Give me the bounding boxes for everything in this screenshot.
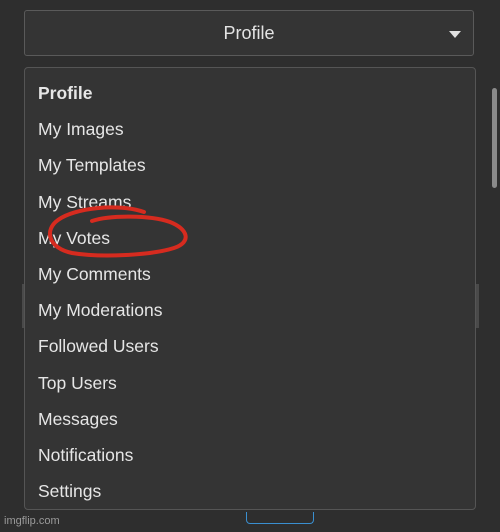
page-scrollbar[interactable] bbox=[492, 88, 497, 188]
menu-item-followed-users[interactable]: Followed Users bbox=[25, 328, 475, 364]
profile-select-label: Profile bbox=[223, 22, 275, 43]
profile-dropdown-menu: Profile My Images My Templates My Stream… bbox=[24, 67, 476, 510]
background-control-edge bbox=[476, 284, 479, 328]
profile-select[interactable]: Profile bbox=[24, 10, 474, 56]
menu-item-top-users[interactable]: Top Users bbox=[25, 365, 475, 401]
menu-header-profile: Profile bbox=[38, 83, 93, 103]
menu-item-my-streams[interactable]: My Streams bbox=[25, 184, 475, 220]
menu-item-my-templates[interactable]: My Templates bbox=[25, 147, 475, 183]
caret-down-icon[interactable] bbox=[449, 31, 461, 38]
menu-item-my-comments[interactable]: My Comments bbox=[25, 256, 475, 292]
menu-item-my-moderations[interactable]: My Moderations bbox=[25, 292, 475, 328]
menu-item-my-votes[interactable]: My Votes bbox=[25, 220, 475, 256]
page: Profile Profile My Images My Templates M… bbox=[0, 0, 500, 532]
menu-item-my-images[interactable]: My Images bbox=[25, 111, 475, 147]
menu-item-messages[interactable]: Messages bbox=[25, 401, 475, 437]
menu-item-settings[interactable]: Settings bbox=[25, 473, 475, 509]
partial-button[interactable] bbox=[246, 512, 314, 524]
menu-item-notifications[interactable]: Notifications bbox=[25, 437, 475, 473]
imgflip-watermark: imgflip.com bbox=[4, 515, 60, 527]
